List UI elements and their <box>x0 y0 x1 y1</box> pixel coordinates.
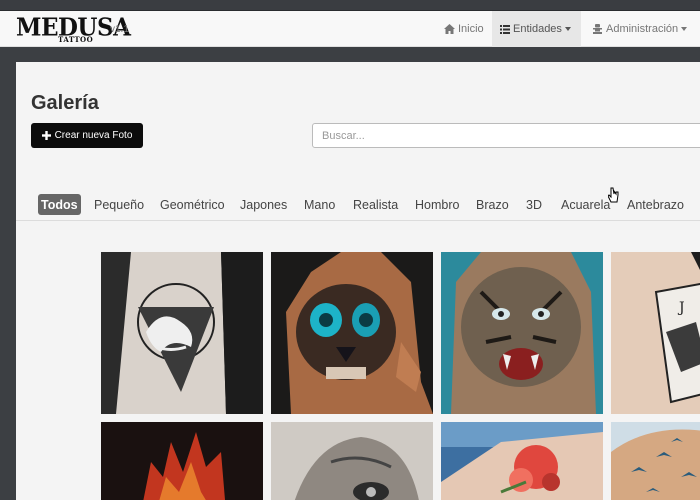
gallery-photo[interactable] <box>101 422 263 500</box>
gallery-photo[interactable] <box>101 252 263 414</box>
wave-triangle-tattoo-image <box>101 252 263 414</box>
filter-mano[interactable]: Mano <box>301 194 338 215</box>
create-photo-label: Crear nueva Foto <box>54 130 133 141</box>
page-title: Galería <box>31 92 99 114</box>
gallery-photo[interactable]: J <box>611 252 700 414</box>
nav-home-label: Inicio <box>458 23 484 35</box>
nav-admin-dropdown[interactable]: Administración <box>584 11 695 47</box>
filter-todos[interactable]: Todos <box>38 194 81 215</box>
gallery-panel: Galería Crear nueva Foto Todos Pequeño G… <box>16 62 700 500</box>
svg-text:J: J <box>677 300 685 316</box>
chevron-down-icon <box>564 27 571 31</box>
filter-bar: Todos Pequeño Geométrico Japones Mano Re… <box>16 185 700 221</box>
nav-admin-label: Administración <box>606 23 679 35</box>
gallery-photo[interactable] <box>271 422 433 500</box>
nav-home[interactable]: Inicio <box>436 11 492 47</box>
create-photo-button[interactable]: Crear nueva Foto <box>31 123 143 148</box>
browser-top-edge <box>0 0 700 11</box>
logo-subtext: TATTOO <box>58 35 94 44</box>
home-icon <box>444 24 455 34</box>
filter-pequeno[interactable]: Pequeño <box>91 194 147 215</box>
version-label: v1.1 <box>110 24 129 35</box>
birds-shoulder-tattoo-image <box>611 422 700 500</box>
filter-antebrazo[interactable]: Antebrazo <box>624 194 687 215</box>
gallery-photo[interactable] <box>441 422 603 500</box>
filter-hombro[interactable]: Hombro <box>412 194 462 215</box>
nav-entities-label: Entidades <box>513 23 562 35</box>
playing-card-tattoo-image: J <box>611 252 700 414</box>
gallery-photo[interactable] <box>271 252 433 414</box>
user-icon <box>593 24 602 34</box>
list-icon <box>500 24 510 34</box>
flames-tattoo-image <box>101 422 263 500</box>
nav-entities-dropdown[interactable]: Entidades <box>492 11 581 47</box>
chevron-down-icon <box>681 27 688 31</box>
brand-logo[interactable]: MEDUSA TATTOO <box>16 14 131 45</box>
filter-acuarela[interactable]: Acuarela <box>558 194 613 215</box>
tiger-hand-tattoo-image <box>441 252 603 414</box>
navbar: MEDUSA TATTOO v1.1 Inicio Entidades Admi… <box>0 11 700 47</box>
skull-hand-tattoo-image <box>271 252 433 414</box>
gallery-photo[interactable] <box>611 422 700 500</box>
filter-realista[interactable]: Realista <box>350 194 401 215</box>
gallery-photo[interactable] <box>441 252 603 414</box>
watercolor-flower-tattoo-image <box>441 422 603 500</box>
plus-icon <box>41 131 51 140</box>
filter-brazo[interactable]: Brazo <box>473 194 512 215</box>
filter-japones[interactable]: Japones <box>237 194 290 215</box>
search-input[interactable] <box>312 123 700 148</box>
realistic-face-tattoo-image <box>271 422 433 500</box>
filter-geometrico[interactable]: Geométrico <box>157 194 228 215</box>
filter-3d[interactable]: 3D <box>523 194 545 215</box>
mouse-cursor-icon <box>608 187 619 203</box>
